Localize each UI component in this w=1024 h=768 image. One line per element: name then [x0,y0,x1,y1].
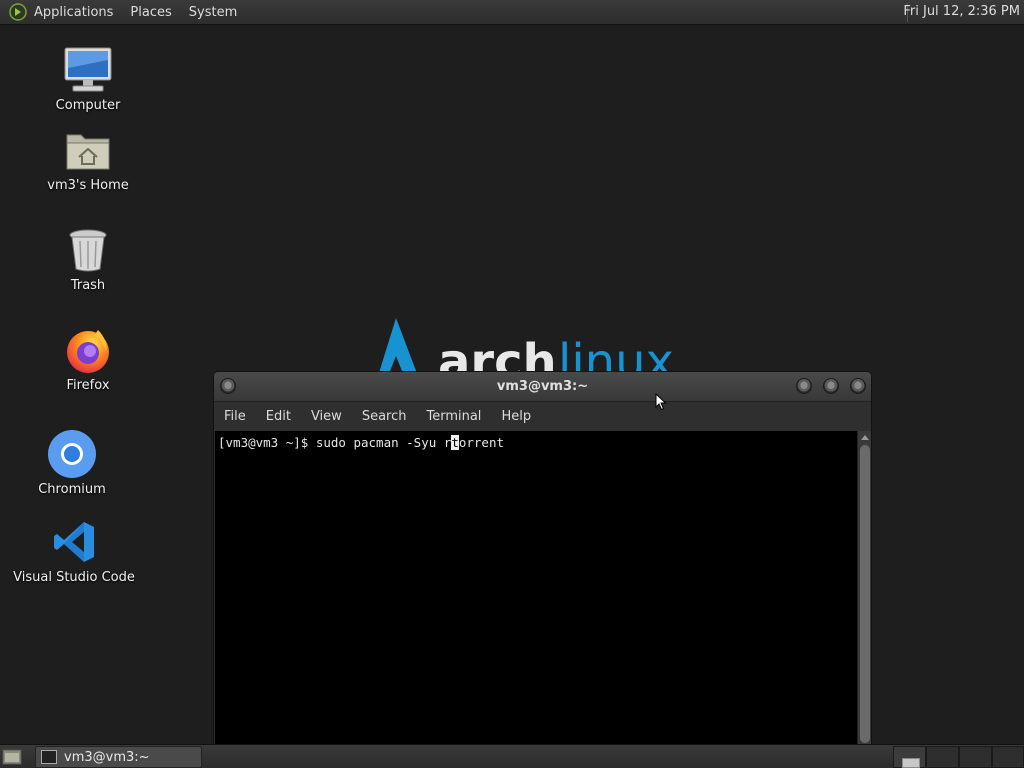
menu-edit[interactable]: Edit [256,409,301,424]
desktop-icon-label: vm3's Home [47,178,129,193]
workspace-window-preview [902,758,920,768]
scrollbar-thumb[interactable] [860,445,870,743]
workspace-2[interactable] [926,746,959,768]
desktop-icon-chromium[interactable]: Chromium [36,428,108,497]
shell-prompt: [vm3@vm3 ~]$ [218,435,316,450]
command-text-after-cursor: orrent [458,435,504,450]
minimize-button[interactable] [796,378,812,394]
clock[interactable]: Fri Jul 12, 2:36 PM [903,4,1020,19]
firefox-icon [64,324,112,376]
workspace-1[interactable] [893,746,926,768]
window-title: vm3@vm3:~ [496,379,589,394]
workspace-4[interactable] [992,746,1024,768]
desktop-icon-home[interactable]: vm3's Home [47,124,129,193]
taskbar-item-label: vm3@vm3:~ [64,749,150,765]
maximize-button[interactable] [823,378,839,394]
system-menu[interactable]: System [189,5,237,20]
menu-help[interactable]: Help [491,409,541,424]
terminal-scrollbar[interactable] [857,431,871,744]
terminal-window[interactable]: vm3@vm3:~ File Edit View Search Terminal… [213,371,872,745]
applications-menu-icon[interactable] [9,3,27,21]
home-folder-icon [65,124,111,176]
desktop-icon-label: Chromium [38,482,106,497]
menu-search[interactable]: Search [352,409,417,424]
trash-icon [68,224,108,276]
menu-file[interactable]: File [214,409,256,424]
menu-terminal[interactable]: Terminal [416,409,491,424]
desktop-icon-computer[interactable]: Computer [55,44,121,113]
svg-text:linux: linux [558,334,674,376]
desktop-icon-label: Firefox [66,378,110,393]
text-cursor: t [451,435,459,450]
desktop-icon-vscode[interactable]: Visual Studio Code [13,516,135,585]
terminal-menubar: File Edit View Search Terminal Help [214,402,871,431]
desktop-icon-label: Visual Studio Code [13,570,135,585]
desktop-icon-firefox[interactable]: Firefox [60,324,116,393]
computer-icon [63,44,113,96]
window-titlebar[interactable]: vm3@vm3:~ [214,372,871,402]
applications-menu[interactable]: Applications [34,5,113,20]
places-menu[interactable]: Places [130,5,171,20]
arch-linux-logo: arch linux [370,316,690,376]
chromium-icon [47,428,97,480]
close-button[interactable] [850,378,866,394]
taskbar-item-terminal[interactable]: vm3@vm3:~ [35,746,202,768]
terminal-icon [41,750,57,764]
mouse-pointer-icon [655,392,667,415]
scroll-up-arrow-icon[interactable] [861,435,869,440]
desktop-icon-label: Computer [55,98,121,113]
command-text: sudo pacman -Syu r [315,435,452,450]
desktop-icon-label: Trash [70,278,106,293]
svg-text:arch: arch [438,334,557,376]
terminal-screen[interactable]: [vm3@vm3 ~]$ sudo pacman -Syu rtorrent [215,431,857,744]
bottom-panel: vm3@vm3:~ [0,744,1024,768]
menu-view[interactable]: View [301,409,352,424]
top-panel: Applications Places System Fri Jul 12, 2… [0,0,1024,25]
vscode-icon [52,516,96,568]
show-desktop-icon[interactable] [2,748,22,766]
desktop-icon-trash[interactable]: Trash [60,224,116,293]
workspace-3[interactable] [959,746,992,768]
